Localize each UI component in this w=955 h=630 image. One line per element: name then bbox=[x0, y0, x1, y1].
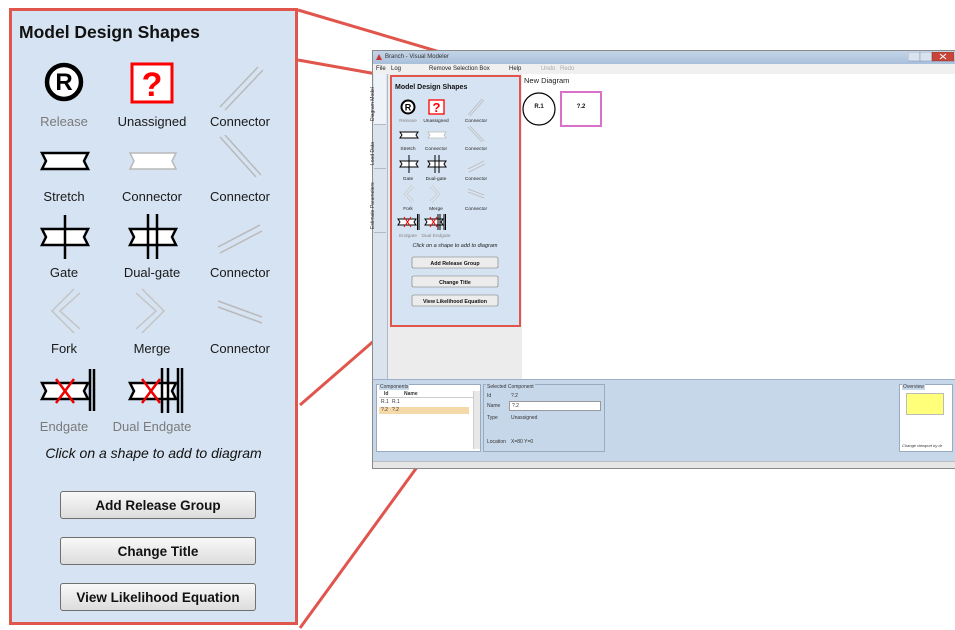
release-icon: R bbox=[44, 62, 84, 102]
svg-text:Add Release Group: Add Release Group bbox=[430, 261, 480, 267]
shape-endgate[interactable]: Endgate bbox=[14, 365, 114, 435]
menu-log[interactable]: Log bbox=[391, 66, 401, 72]
shape-dual-gate[interactable]: Dual-gate bbox=[102, 211, 202, 281]
shape-merge[interactable]: Merge bbox=[102, 287, 202, 357]
model-design-shapes-panel-zoomed: Model Design Shapes R Release ? Unassign… bbox=[9, 8, 298, 625]
components-scrollbar[interactable] bbox=[473, 391, 480, 449]
endgate-icon bbox=[39, 369, 96, 411]
view-likelihood-equation-button[interactable]: View Likelihood Equation bbox=[60, 583, 256, 611]
connector-icon bbox=[217, 224, 263, 254]
tab-diagram-model[interactable]: Diagram Model bbox=[370, 74, 386, 125]
shape-gate[interactable]: Gate bbox=[14, 211, 114, 281]
selected-component-group: Selected Component Id ?.2 Name ?.2 Type … bbox=[483, 384, 605, 452]
app-window: Branch - Visual Modeler File Log Remove … bbox=[370, 50, 955, 469]
svg-text:Connector: Connector bbox=[425, 146, 448, 152]
menu-bar: File Log Remove Selection Box Help Undo … bbox=[373, 64, 955, 74]
bottom-panel: Components Id Name R.1 R.1 ?.2 ?.2 Selec… bbox=[373, 379, 955, 465]
dual-gate-icon bbox=[127, 214, 179, 259]
selected-id-value: ?.2 bbox=[511, 393, 518, 399]
unassigned-icon: ? bbox=[130, 62, 174, 104]
fork-icon bbox=[50, 288, 81, 334]
shape-connector-4[interactable]: Connector bbox=[190, 211, 290, 281]
selected-name-field[interactable]: ?.2 bbox=[509, 401, 601, 411]
selected-type-value: Unassigned bbox=[511, 415, 538, 421]
svg-text:Change Title: Change Title bbox=[439, 280, 471, 286]
components-group: Components Id Name R.1 R.1 ?.2 ?.2 bbox=[376, 384, 481, 452]
shape-hint-text: Click on a shape to add to diagram bbox=[45, 445, 262, 461]
status-bar bbox=[373, 461, 955, 468]
svg-text:Connector: Connector bbox=[465, 118, 488, 124]
svg-text:Stretch: Stretch bbox=[400, 146, 416, 152]
svg-text:Connector: Connector bbox=[465, 146, 488, 152]
app-icon bbox=[376, 54, 382, 60]
change-title-button[interactable]: Change Title bbox=[60, 537, 256, 565]
shape-connector-2[interactable]: Connector bbox=[102, 135, 202, 205]
tab-estimate-parameters[interactable]: Estimate Parameters bbox=[370, 168, 386, 233]
menu-undo[interactable]: Undo bbox=[541, 66, 555, 72]
merge-icon bbox=[135, 288, 166, 334]
shape-dual-endgate[interactable]: Dual Endgate bbox=[102, 365, 202, 435]
svg-text:Click on a shape to add to dia: Click on a shape to add to diagram bbox=[413, 243, 498, 249]
svg-text:?: ? bbox=[142, 66, 163, 104]
tab-load-data[interactable]: Load Data bbox=[370, 124, 386, 169]
stretch-icon bbox=[39, 151, 91, 171]
svg-text:Fork: Fork bbox=[403, 206, 413, 212]
components-table-header: Id Name bbox=[379, 391, 476, 398]
svg-text:Merge: Merge bbox=[429, 206, 443, 212]
shape-release[interactable]: R Release bbox=[14, 57, 114, 137]
menu-file[interactable]: File bbox=[376, 66, 386, 72]
svg-text:R: R bbox=[55, 69, 72, 96]
svg-text:Gate: Gate bbox=[403, 176, 414, 182]
title-bar: Branch - Visual Modeler bbox=[373, 51, 955, 64]
svg-text:Connector: Connector bbox=[465, 206, 488, 212]
shape-fork[interactable]: Fork bbox=[14, 287, 114, 357]
menu-redo[interactable]: Redo bbox=[560, 66, 574, 72]
side-tab-strip: Diagram Model Load Data Estimate Paramet… bbox=[370, 74, 388, 379]
overview-group: Overview Change viewport by dr bbox=[899, 384, 953, 452]
shape-connector-3[interactable]: Connector bbox=[190, 135, 290, 205]
gate-icon bbox=[39, 215, 91, 259]
table-row[interactable]: R.1 R.1 bbox=[379, 399, 469, 406]
connector-icon bbox=[219, 66, 264, 111]
connector-icon bbox=[128, 152, 178, 170]
node-release-label[interactable]: R.1 bbox=[523, 104, 555, 110]
shape-unassigned[interactable]: ? Unassigned bbox=[102, 57, 202, 137]
svg-text:R: R bbox=[405, 103, 412, 113]
window-title: Branch - Visual Modeler bbox=[385, 54, 449, 60]
svg-text:Dual Endgate: Dual Endgate bbox=[421, 233, 450, 239]
table-row[interactable]: ?.2 ?.2 bbox=[379, 407, 469, 414]
svg-text:Release: Release bbox=[399, 118, 417, 124]
window-controls[interactable] bbox=[908, 52, 954, 62]
svg-text:Dual-gate: Dual-gate bbox=[426, 176, 447, 182]
selected-location-value: X=80 Y=0 bbox=[511, 439, 534, 445]
overview-viewport[interactable] bbox=[906, 393, 944, 415]
svg-text:Endgate: Endgate bbox=[399, 233, 417, 239]
svg-text:View Likelihood Equation: View Likelihood Equation bbox=[423, 299, 487, 305]
model-design-shapes-panel: Model Design Shapes R ? Release Unassign… bbox=[390, 75, 521, 327]
node-unassigned-label[interactable]: ?.2 bbox=[561, 104, 601, 110]
dual-endgate-icon bbox=[127, 368, 184, 413]
menu-remove-selection[interactable]: Remove Selection Box bbox=[429, 66, 490, 72]
shape-stretch[interactable]: Stretch bbox=[14, 135, 114, 205]
connector-icon bbox=[217, 300, 263, 324]
menu-help[interactable]: Help bbox=[509, 66, 521, 72]
panel-title: Model Design Shapes bbox=[19, 22, 200, 42]
shape-connector-5[interactable]: Connector bbox=[190, 287, 290, 357]
diagram-canvas[interactable]: New Diagram R.1 ?.2 bbox=[522, 74, 955, 379]
shape-connector-1[interactable]: Connector bbox=[190, 57, 290, 137]
add-release-group-button[interactable]: Add Release Group bbox=[60, 491, 256, 519]
mini-panel-contents: Model Design Shapes R ? Release Unassign… bbox=[395, 84, 499, 307]
svg-text:Model Design Shapes: Model Design Shapes bbox=[395, 84, 467, 91]
svg-text:Unassigned: Unassigned bbox=[423, 118, 449, 124]
connector-icon bbox=[219, 135, 262, 178]
svg-text:Connector: Connector bbox=[465, 176, 488, 182]
svg-text:?: ? bbox=[433, 100, 441, 115]
